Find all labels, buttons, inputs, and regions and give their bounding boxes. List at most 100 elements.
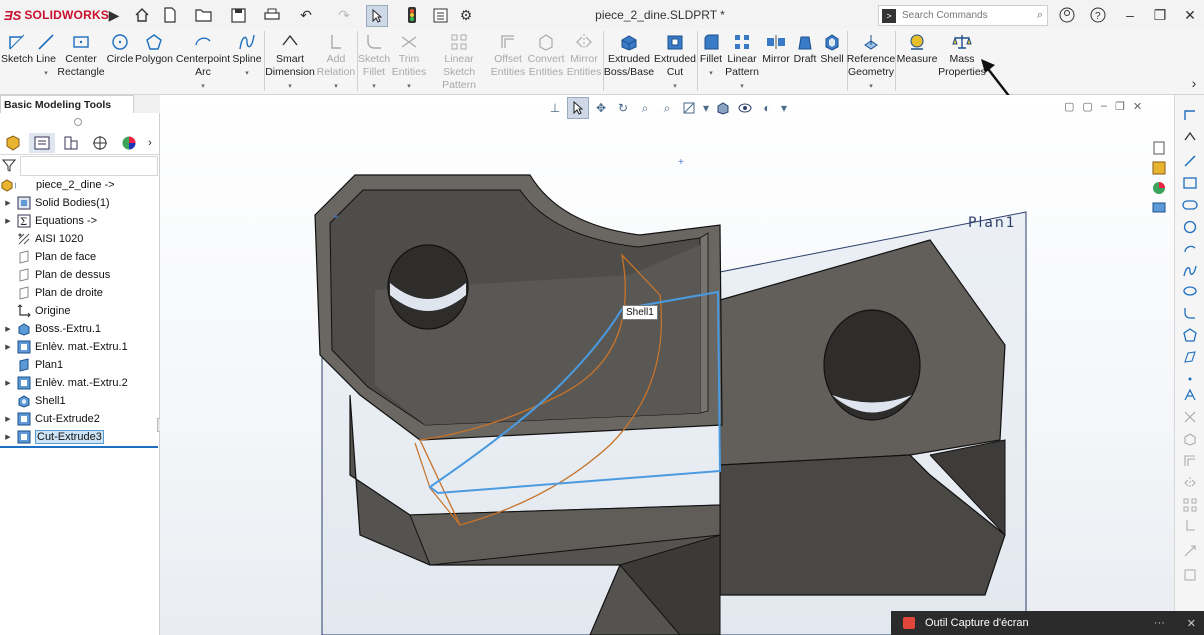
- expand-arrow-icon[interactable]: ▶: [3, 325, 13, 333]
- viewport-split-icon[interactable]: ▢: [1082, 100, 1092, 113]
- tree-item-plan-de-face[interactable]: Plan de face: [0, 248, 96, 266]
- mirror-tool-icon[interactable]: [1179, 473, 1201, 493]
- tab-basic-modeling-tools[interactable]: Basic Modeling Tools: [0, 95, 134, 113]
- dimxpert-tab-icon[interactable]: [87, 133, 113, 153]
- pattern-tool-icon[interactable]: [1179, 495, 1201, 515]
- offset-entities-button[interactable]: Offset Entities: [491, 31, 525, 79]
- tree-filter-field[interactable]: [20, 156, 158, 176]
- fillet-button[interactable]: Fillet ▾: [698, 31, 724, 80]
- circle-button[interactable]: Circle: [105, 31, 135, 66]
- panel-tabs-next-icon[interactable]: ›: [142, 133, 158, 153]
- hide-show-icon[interactable]: [735, 98, 755, 118]
- spline-dropdown-icon[interactable]: ▾: [245, 67, 249, 80]
- text-tool-icon[interactable]: [1179, 385, 1201, 405]
- help-icon[interactable]: ?: [1088, 5, 1108, 25]
- expand-arrow-icon[interactable]: ▶: [3, 415, 13, 423]
- expand-arrow-icon[interactable]: ▶: [3, 217, 13, 225]
- panel-pin-icon[interactable]: [74, 118, 82, 126]
- tree-item-plan-de-dessus[interactable]: Plan de dessus: [0, 266, 110, 284]
- home-icon[interactable]: [132, 5, 152, 25]
- display-manager-tab-icon[interactable]: [116, 133, 142, 153]
- zoom-icon[interactable]: ⌕: [657, 98, 677, 118]
- extruded-cut-button[interactable]: Extruded Cut ▾: [654, 31, 696, 93]
- close-icon[interactable]: ✕: [1180, 5, 1200, 25]
- save-icon[interactable]: [228, 5, 248, 25]
- smart-dimension-dropdown-icon[interactable]: ▾: [288, 80, 292, 93]
- configuration-manager-tab-icon[interactable]: [58, 133, 84, 153]
- draft-button[interactable]: Draft: [792, 31, 818, 66]
- tree-item-plan1[interactable]: Plan1: [0, 356, 63, 374]
- extruded-boss-button[interactable]: Extruded Boss/Base: [604, 31, 654, 79]
- trim-tool-icon[interactable]: [1179, 407, 1201, 427]
- trim-dropdown-icon[interactable]: ▾: [407, 80, 411, 93]
- tree-item-enlev-mat-extru-2[interactable]: ▶ Enlèv. mat.-Extru.2: [0, 374, 128, 392]
- resources-tab-icon[interactable]: [1150, 140, 1168, 156]
- trim-entities-button[interactable]: Trim Entities ▾: [391, 31, 427, 93]
- sketch-fillet-dropdown-icon[interactable]: ▾: [372, 80, 376, 93]
- reference-geometry-dropdown-icon[interactable]: ▾: [869, 80, 873, 93]
- property-manager-tab-icon[interactable]: [29, 133, 55, 153]
- tree-item-shell1[interactable]: Shell1: [0, 392, 66, 410]
- solidworks-logo[interactable]: ƎS SOLIDWORKS: [4, 6, 109, 24]
- ellipse-tool-icon[interactable]: [1179, 281, 1201, 301]
- tree-item-equations[interactable]: ▶ Σ Equations ->: [0, 212, 97, 230]
- notification-more-button[interactable]: ···: [1154, 617, 1165, 629]
- expand-arrow-icon[interactable]: ▶: [3, 433, 13, 441]
- menu-arrow-icon[interactable]: ▶: [104, 5, 124, 25]
- sketch-fillet-button[interactable]: Sketch Fillet ▾: [358, 31, 390, 93]
- sketch-tool-icon[interactable]: [1179, 105, 1201, 125]
- feature-manager-tab-icon[interactable]: [0, 133, 26, 153]
- viewport-restore-icon[interactable]: ❐: [1115, 100, 1125, 113]
- notification-toast[interactable]: Outil Capture d'écran ··· ✕: [891, 611, 1204, 635]
- reference-geometry-button[interactable]: Reference Geometry ▾: [847, 31, 895, 93]
- rotate-icon[interactable]: ↻: [613, 98, 633, 118]
- convert-entities-button[interactable]: Convert Entities: [527, 31, 565, 79]
- fillet-dropdown-icon[interactable]: ▾: [709, 67, 713, 80]
- measure-button[interactable]: Measure: [897, 31, 937, 66]
- dropdown-icon[interactable]: ▾: [779, 98, 789, 118]
- spline-button[interactable]: Spline ▾: [232, 31, 262, 80]
- tree-item-part-root[interactable]: piece_2_dine ->: [0, 176, 115, 194]
- plane-tool-icon[interactable]: [1179, 347, 1201, 367]
- convert-tool-icon[interactable]: [1179, 429, 1201, 449]
- part-model[interactable]: + +: [160, 95, 1174, 635]
- line-dropdown-icon[interactable]: ▾: [44, 67, 48, 80]
- fillet-tool-icon[interactable]: [1179, 303, 1201, 323]
- tree-item-solid-bodies[interactable]: ▶ Solid Bodies(1): [0, 194, 110, 212]
- tree-item-boss-extru-1[interactable]: ▶ Boss.-Extru.1: [0, 320, 101, 338]
- relation-tool-icon[interactable]: [1179, 515, 1201, 535]
- tree-item-enlev-mat-extru-1[interactable]: ▶ Enlèv. mat.-Extru.1: [0, 338, 128, 356]
- expand-arrow-icon[interactable]: ▶: [3, 379, 13, 387]
- center-rectangle-button[interactable]: Center Rectangle: [57, 31, 105, 79]
- graphics-area[interactable]: + +: [160, 95, 1174, 635]
- print-icon[interactable]: [262, 5, 282, 25]
- smart-dimension-tool-icon[interactable]: [1179, 127, 1201, 147]
- dropdown-icon[interactable]: ▾: [701, 98, 711, 118]
- rollback-bar[interactable]: [0, 446, 158, 448]
- slot-tool-icon[interactable]: [1179, 195, 1201, 215]
- design-library-tab-icon[interactable]: [1150, 160, 1168, 176]
- expand-arrow-icon[interactable]: ▶: [3, 199, 13, 207]
- shell-button[interactable]: Shell: [819, 31, 845, 66]
- expand-toolbar-icon[interactable]: ›: [1184, 73, 1204, 93]
- search-commands-field[interactable]: > Search Commands ⌕: [878, 5, 1048, 26]
- viewport-tile-icon[interactable]: ▢: [1064, 100, 1074, 113]
- arc-dropdown-icon[interactable]: ▾: [201, 80, 205, 93]
- arc-tool-icon[interactable]: [1179, 239, 1201, 259]
- viewport-close-icon[interactable]: ✕: [1133, 100, 1142, 113]
- expand-arrow-icon[interactable]: ▶: [3, 343, 13, 351]
- centerpoint-arc-button[interactable]: Centerpoint Arc ▾: [176, 31, 230, 93]
- sketch-button[interactable]: Sketch: [1, 31, 33, 66]
- appearance-icon[interactable]: ◐: [757, 98, 777, 118]
- linear-pattern-button[interactable]: Linear Pattern ▾: [724, 31, 760, 93]
- add-relation-button[interactable]: Add Relation ▾: [316, 31, 356, 93]
- line-tool-icon[interactable]: [1179, 151, 1201, 171]
- filter-icon[interactable]: [1, 158, 17, 175]
- appearances-tab-icon[interactable]: [1150, 180, 1168, 196]
- offset-tool-icon[interactable]: [1179, 451, 1201, 471]
- viewport-minimize-icon[interactable]: –: [1101, 100, 1107, 113]
- display-style-icon[interactable]: [713, 98, 733, 118]
- tree-item-material[interactable]: AISI 1020: [0, 230, 83, 248]
- circle-tool-icon[interactable]: [1179, 217, 1201, 237]
- redo-icon[interactable]: ↷: [334, 5, 354, 25]
